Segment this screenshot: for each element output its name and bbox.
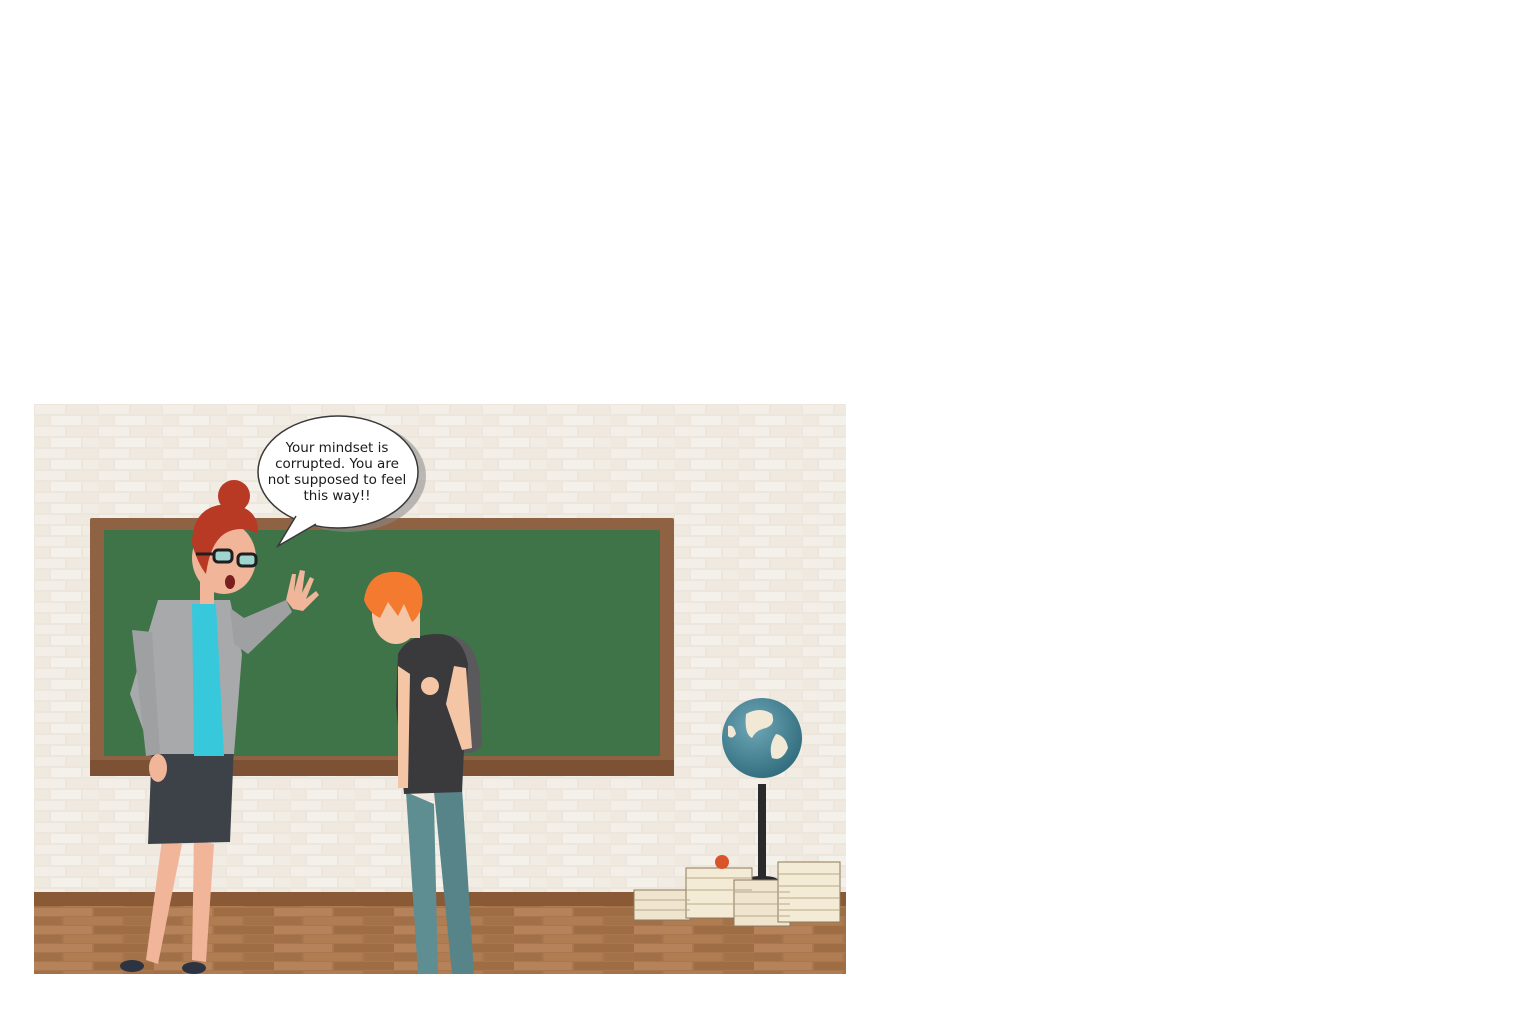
classroom-svg — [34, 404, 846, 974]
apple — [715, 855, 729, 869]
speech-bubble-text: Your mindset is corrupted. You are not s… — [267, 440, 407, 504]
classroom-illustration: Your mindset is corrupted. You are not s… — [34, 404, 846, 974]
